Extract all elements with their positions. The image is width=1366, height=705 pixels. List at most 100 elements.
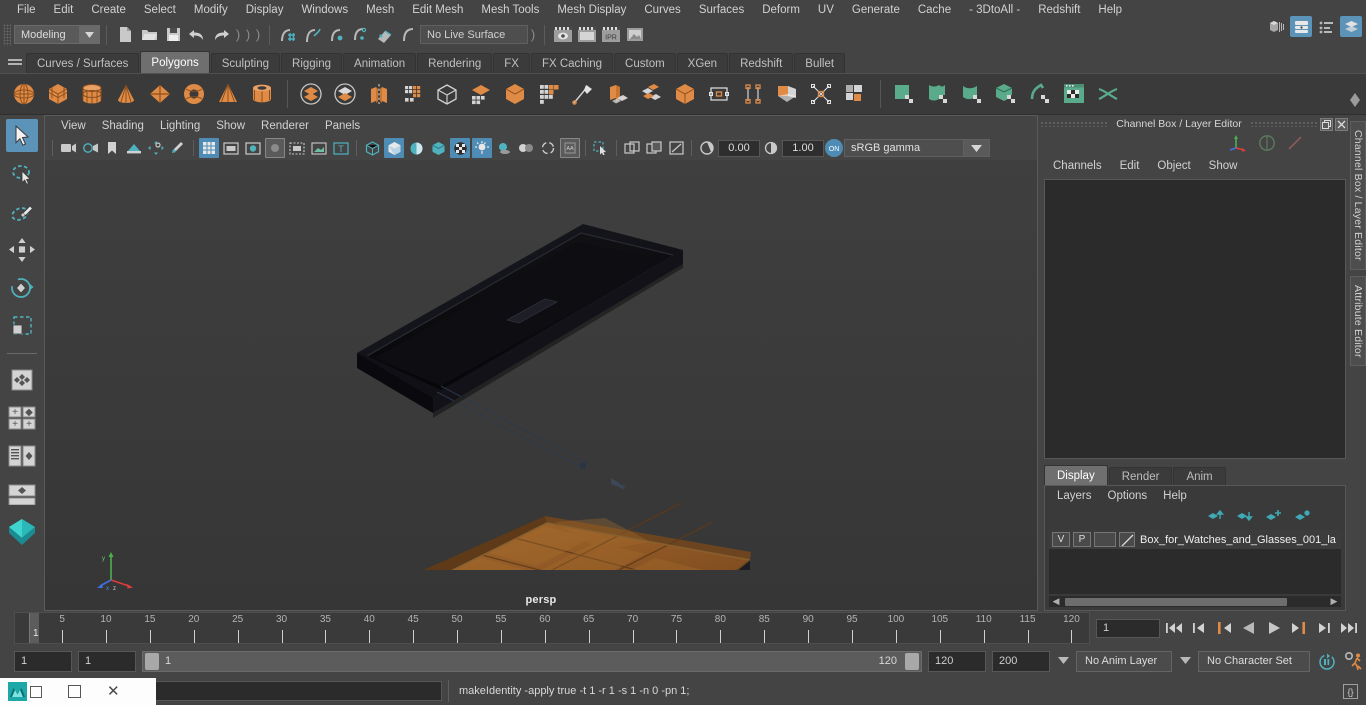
shelf-tab-fx[interactable]: FX: [493, 53, 530, 73]
layer-menu-help[interactable]: Help: [1155, 490, 1195, 502]
script-editor-icon[interactable]: {}: [1340, 681, 1360, 701]
scale-tool-icon[interactable]: [6, 309, 38, 342]
uv-planar-icon[interactable]: [888, 77, 920, 111]
textured-icon[interactable]: [450, 138, 470, 158]
uv-cut-icon[interactable]: [1092, 77, 1124, 111]
scroll-right-icon[interactable]: ▶: [1327, 596, 1341, 607]
playback-end-time-field[interactable]: 120: [928, 650, 986, 672]
menu-curves[interactable]: Curves: [635, 0, 689, 20]
range-slider[interactable]: 1 120: [142, 650, 922, 672]
four-view-layout-icon[interactable]: + ◆ + +: [6, 401, 38, 434]
select-tool-icon[interactable]: [6, 119, 38, 152]
layer-shading-toggle[interactable]: [1094, 532, 1116, 547]
redo-icon[interactable]: [209, 23, 233, 47]
animation-end-time-field[interactable]: 200: [992, 650, 1050, 672]
vertical-tab-channel-box[interactable]: Channel Box / Layer Editor: [1350, 121, 1366, 270]
menu-3dtoall[interactable]: - 3DtoAll -: [960, 0, 1029, 20]
maximize-window-icon[interactable]: [68, 685, 81, 698]
range-slider-right-handle[interactable]: [905, 652, 919, 670]
safe-action-icon[interactable]: [309, 138, 329, 158]
poly-cone-icon[interactable]: [110, 77, 142, 111]
shaded-wireframe-icon[interactable]: [406, 138, 426, 158]
poly-combine-icon[interactable]: [431, 77, 463, 111]
uv-automatic-icon[interactable]: [990, 77, 1022, 111]
menu-edit-mesh[interactable]: Edit Mesh: [403, 0, 472, 20]
xray-icon[interactable]: [622, 138, 642, 158]
poly-target-weld-icon[interactable]: [703, 77, 735, 111]
gamma-icon[interactable]: [761, 138, 781, 158]
color-transform-field[interactable]: sRGB gamma: [844, 139, 964, 157]
uv-unfold-icon[interactable]: [1024, 77, 1056, 111]
menu-file[interactable]: File: [8, 0, 45, 20]
layer-menu-layers[interactable]: Layers: [1049, 490, 1100, 502]
tab-display[interactable]: Display: [1044, 465, 1108, 485]
xray-joints-icon[interactable]: [644, 138, 664, 158]
create-layer-from-selected-icon[interactable]: [1294, 509, 1311, 525]
poly-torus-icon[interactable]: [178, 77, 210, 111]
shelf-scroll-arrows[interactable]: [1346, 82, 1364, 118]
poly-cube-icon[interactable]: [42, 77, 74, 111]
poly-merge-icon[interactable]: [737, 77, 769, 111]
menu-uv[interactable]: UV: [809, 0, 843, 20]
exposure-value[interactable]: 0.00: [718, 139, 760, 157]
anim-layer-field[interactable]: No Anim Layer: [1076, 650, 1172, 672]
poly-pipe-icon[interactable]: [246, 77, 278, 111]
gamma-value[interactable]: 1.00: [782, 139, 824, 157]
shadows-icon[interactable]: [494, 138, 514, 158]
grease-pencil-icon[interactable]: [168, 138, 188, 158]
shelf-tab-sculpting[interactable]: Sculpting: [210, 53, 281, 73]
poly-cylinder-icon[interactable]: [76, 77, 108, 111]
snap-to-view-plane-icon[interactable]: [396, 23, 420, 47]
use-all-lights-icon[interactable]: [472, 138, 492, 158]
maya-app-icon[interactable]: [8, 682, 27, 701]
use-default-material-icon[interactable]: [428, 138, 448, 158]
poly-separate-icon[interactable]: [465, 77, 497, 111]
layer-name[interactable]: Box_for_Watches_and_Glasses_001_la: [1138, 534, 1336, 546]
tab-anim[interactable]: Anim: [1173, 467, 1226, 485]
poly-mirror-icon[interactable]: [363, 77, 395, 111]
shelf-tab-rendering[interactable]: Rendering: [417, 53, 493, 73]
shelf-menu-icon[interactable]: [4, 51, 26, 73]
poly-booleans-union-icon[interactable]: [295, 77, 327, 111]
uv-editor-icon[interactable]: [1058, 77, 1090, 111]
menu-generate[interactable]: Generate: [843, 0, 909, 20]
step-back-keyframe-icon[interactable]: [1188, 617, 1210, 639]
exposure-icon[interactable]: [697, 138, 717, 158]
bookmark-icon[interactable]: [102, 138, 122, 158]
film-gate-icon[interactable]: [221, 138, 241, 158]
layer-row[interactable]: V P Box_for_Watches_and_Glasses_001_la: [1049, 530, 1341, 549]
auto-keyframe-icon[interactable]: [1316, 650, 1338, 672]
channelbox-menu-channels[interactable]: Channels: [1044, 160, 1111, 172]
layer-list-horizontal-scrollbar[interactable]: ◀ ▶: [1049, 596, 1341, 607]
menu-deform[interactable]: Deform: [753, 0, 809, 20]
hypershade-persp-layout-icon[interactable]: [6, 477, 38, 510]
shelf-tab-curves-surfaces[interactable]: Curves / Surfaces: [26, 53, 140, 73]
range-slider-left-handle[interactable]: [145, 652, 159, 670]
go-to-end-icon[interactable]: [1338, 617, 1360, 639]
playback-start-time-field[interactable]: 1: [78, 650, 136, 672]
poly-plane-icon[interactable]: [144, 77, 176, 111]
watch-box-3d-model[interactable]: [45, 160, 1037, 570]
field-chart-icon[interactable]: [287, 138, 307, 158]
viewport-menu-renderer[interactable]: Renderer: [253, 116, 317, 136]
menu-select[interactable]: Select: [135, 0, 185, 20]
poly-multicut-icon[interactable]: [533, 77, 565, 111]
viewport-menu-shading[interactable]: Shading: [94, 116, 152, 136]
menu-windows[interactable]: Windows: [292, 0, 357, 20]
render-view-icon[interactable]: [551, 23, 575, 47]
create-empty-layer-icon[interactable]: [1265, 509, 1282, 525]
menu-create[interactable]: Create: [82, 0, 135, 20]
statusline-drag-handle[interactable]: [3, 23, 11, 46]
channelbox-menu-show[interactable]: Show: [1200, 160, 1247, 172]
wireframe-icon[interactable]: [362, 138, 382, 158]
menu-display[interactable]: Display: [237, 0, 293, 20]
scrollbar-thumb[interactable]: [1065, 597, 1287, 606]
live-surface-field[interactable]: No Live Surface: [420, 25, 528, 44]
render-settings-icon[interactable]: [623, 23, 647, 47]
undock-icon[interactable]: [1320, 117, 1333, 131]
vertical-tab-attribute-editor[interactable]: Attribute Editor: [1350, 275, 1366, 367]
render-current-frame-icon[interactable]: [575, 23, 599, 47]
anim-layer-dropdown-arrow[interactable]: [1056, 656, 1070, 666]
lasso-select-tool-icon[interactable]: [6, 157, 38, 190]
resolution-gate-icon[interactable]: [243, 138, 263, 158]
